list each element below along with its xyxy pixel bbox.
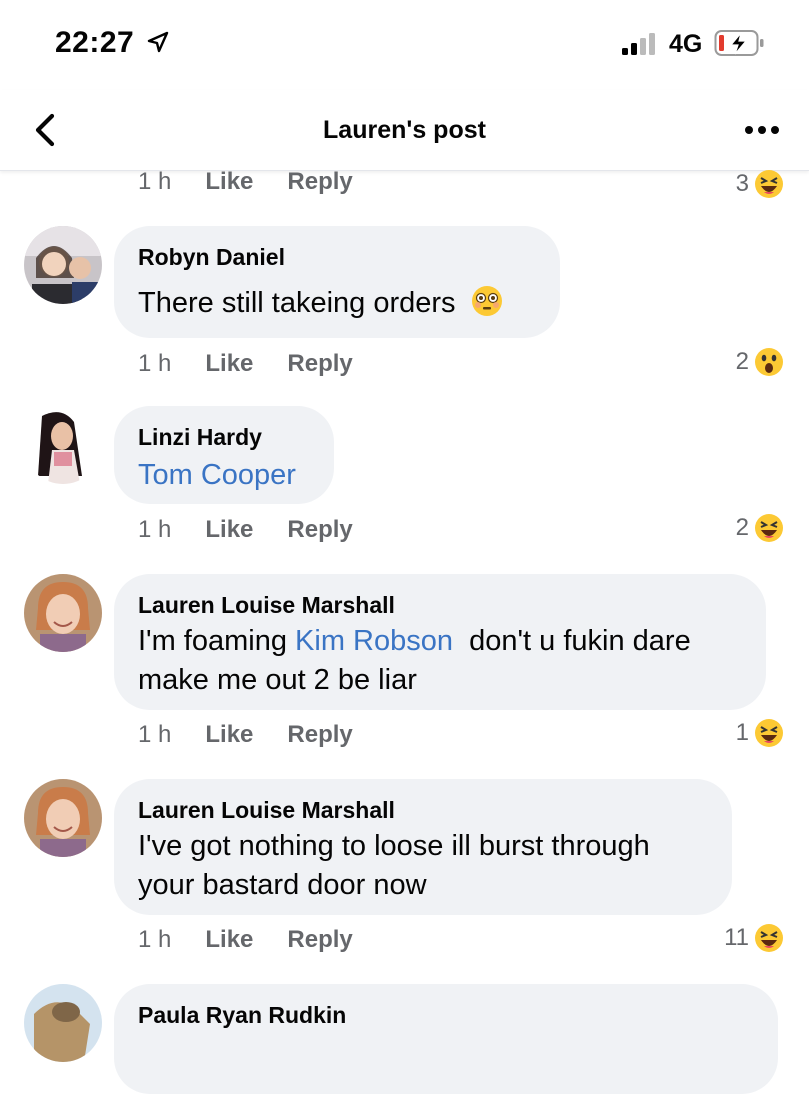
avatar[interactable] [24, 406, 102, 484]
page-title: Lauren's post [323, 116, 486, 144]
reply-button[interactable]: Reply [287, 516, 352, 543]
avatar[interactable] [24, 226, 102, 304]
comment-meta: 1 h Like Reply [138, 516, 387, 544]
like-button[interactable]: Like [205, 350, 253, 377]
reaction-number: 3 [735, 170, 749, 197]
like-button[interactable]: Like [205, 168, 253, 195]
laugh-emoji-icon [755, 514, 783, 542]
reaction-count[interactable]: 2 [736, 346, 785, 378]
reply-button[interactable]: Reply [287, 350, 352, 377]
comment-author[interactable]: Paula Ryan Rudkin [138, 1002, 346, 1029]
location-arrow-icon [147, 31, 169, 53]
signal-strength-icon [622, 33, 655, 55]
avatar[interactable] [24, 574, 102, 652]
laugh-emoji-icon [755, 170, 783, 198]
comment-text-part: don't u fukin dare [453, 625, 691, 657]
comment-time: 1 h [138, 721, 172, 748]
wow-emoji-icon [755, 348, 783, 376]
comment-meta: 1 h Like Reply [138, 721, 387, 749]
avatar[interactable] [24, 984, 102, 1062]
comment-time: 1 h [138, 350, 172, 377]
network-type: 4G [669, 30, 703, 58]
comment-meta: 1 h Like Reply [138, 350, 387, 378]
reply-button[interactable]: Reply [287, 926, 352, 953]
reaction-count[interactable]: 11 [724, 922, 785, 954]
reaction-number: 11 [724, 924, 749, 951]
comment-time: 1 h [138, 516, 172, 543]
reaction-number: 2 [735, 514, 749, 541]
comment-bubble: Lauren Louise Marshall I'm foaming Kim R… [114, 574, 766, 710]
comment-bubble: Linzi Hardy Tom Cooper [114, 406, 334, 504]
comment-author[interactable]: Robyn Daniel [138, 244, 285, 271]
comment-text-part: I'm foaming [138, 625, 296, 657]
laugh-emoji-icon [755, 719, 783, 747]
reply-button[interactable]: Reply [287, 168, 352, 195]
avatar[interactable] [24, 779, 102, 857]
reaction-number: 2 [735, 348, 749, 375]
comment-time: 1 h [138, 926, 172, 953]
reaction-number: 1 [735, 719, 749, 746]
comment-text: I'm foaming Kim Robson don't u fukin dar… [138, 622, 691, 661]
comment-text-line: make me out 2 be liar [138, 664, 417, 696]
like-button[interactable]: Like [205, 926, 253, 953]
flushed-emoji-icon [471, 286, 502, 316]
mention-link[interactable]: Tom Cooper [138, 456, 296, 495]
comment-bubble: Robyn Daniel There still takeing orders [114, 226, 560, 338]
clock: 22:27 [55, 26, 135, 59]
comment-meta: 1 h Like Reply [138, 168, 387, 196]
reaction-count[interactable]: 2 [736, 512, 785, 544]
post-header: Lauren's post [0, 90, 809, 171]
status-bar: 22:27 4G [0, 0, 809, 90]
comment-bubble: Lauren Louise Marshall I've got nothing … [114, 779, 732, 915]
comment-time: 1 h [138, 168, 172, 195]
comment-text-content: There still takeing orders [138, 287, 456, 319]
more-options-icon[interactable] [744, 124, 780, 136]
comment-text-line: your bastard door now [138, 869, 427, 901]
like-button[interactable]: Like [205, 721, 253, 748]
comment-meta: 1 h Like Reply [138, 926, 387, 954]
reaction-count[interactable]: 3 [736, 168, 785, 200]
reaction-count[interactable]: 1 [736, 717, 785, 749]
comment-text: There still takeing orders [138, 284, 504, 323]
comment-bubble: Paula Ryan Rudkin [114, 984, 778, 1094]
comment-author[interactable]: Lauren Louise Marshall [138, 592, 395, 619]
comment-author[interactable]: Lauren Louise Marshall [138, 797, 395, 824]
comment-author[interactable]: Linzi Hardy [138, 424, 262, 451]
reply-button[interactable]: Reply [287, 721, 352, 748]
battery-charging-icon [714, 30, 764, 56]
mention-link[interactable]: Kim Robson [295, 625, 453, 657]
laugh-emoji-icon [755, 924, 783, 952]
like-button[interactable]: Like [205, 516, 253, 543]
comment-text-line: I've got nothing to loose ill burst thro… [138, 830, 650, 862]
